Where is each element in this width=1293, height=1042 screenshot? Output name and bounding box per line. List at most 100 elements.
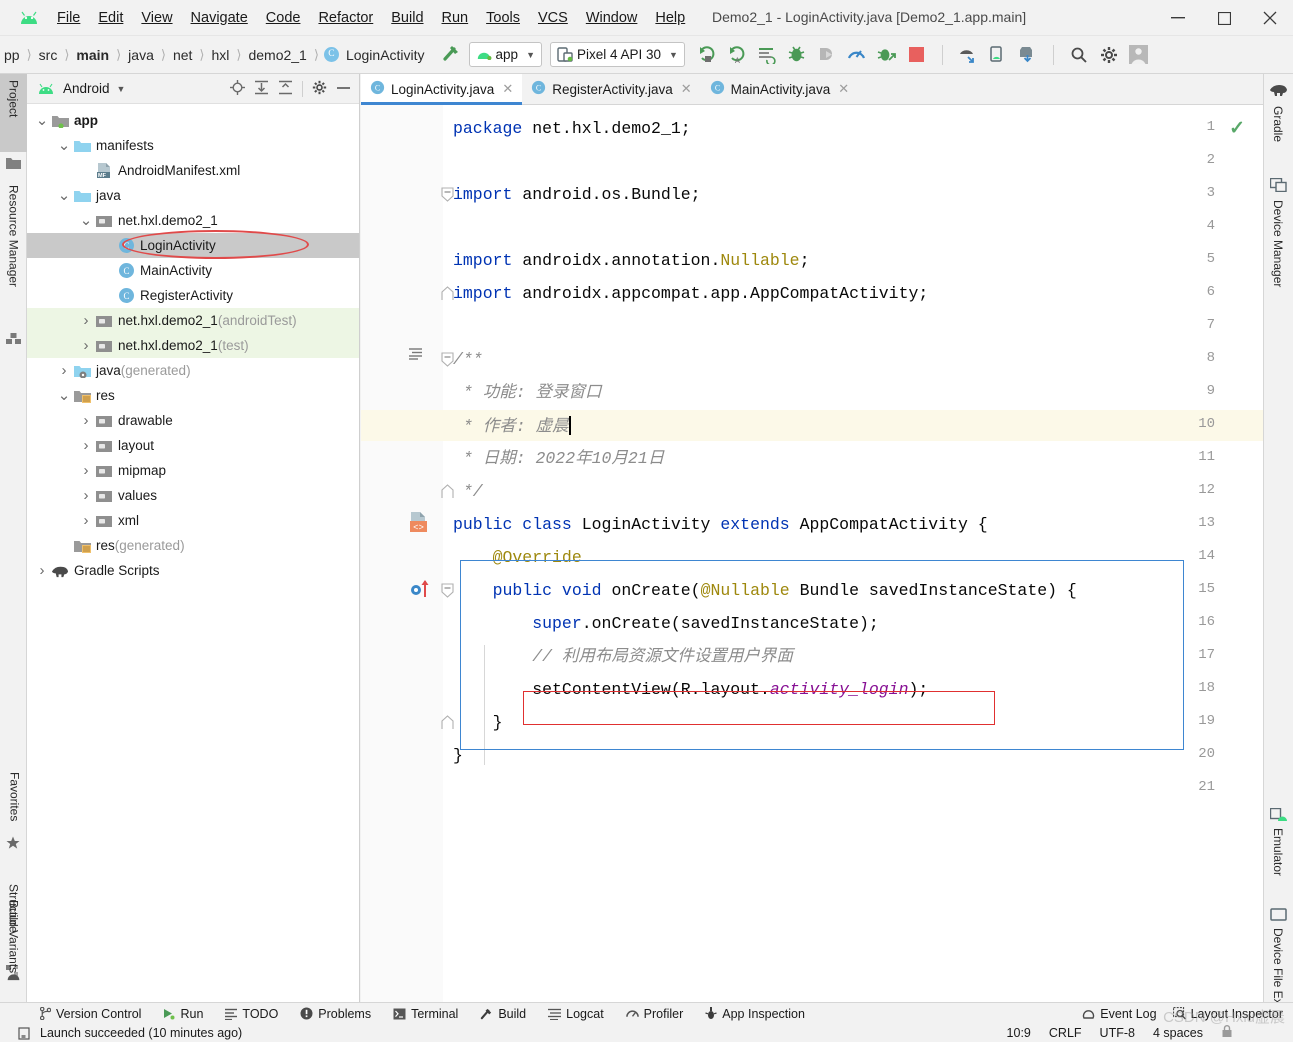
line-separator[interactable]: CRLF bbox=[1049, 1026, 1082, 1040]
chevron-down-icon[interactable]: ⌄ bbox=[77, 213, 95, 228]
status-item-logcat[interactable]: Logcat bbox=[548, 1007, 604, 1021]
stop-icon[interactable] bbox=[907, 45, 927, 65]
editor-gutter[interactable] bbox=[361, 105, 443, 1002]
tab-mainactivity-java[interactable]: C MainActivity.java ✕ bbox=[701, 74, 858, 104]
device-selector[interactable]: Pixel 4 API 30 ▼ bbox=[549, 42, 685, 67]
chevron-down-icon[interactable]: ⌄ bbox=[55, 138, 73, 153]
status-item-todo[interactable]: TODO bbox=[225, 1007, 278, 1021]
chevron-right-icon[interactable]: › bbox=[77, 512, 95, 529]
avatar-icon[interactable] bbox=[1129, 45, 1149, 65]
breadcrumb-app[interactable]: pp bbox=[2, 47, 22, 63]
breadcrumb-src[interactable]: src bbox=[37, 47, 60, 63]
lock-icon[interactable] bbox=[1221, 1025, 1233, 1041]
expand-all-icon[interactable] bbox=[254, 80, 269, 98]
chevron-right-icon[interactable]: › bbox=[77, 437, 95, 454]
tree-item-java[interactable]: › java (generated) bbox=[27, 358, 359, 383]
sdk-manager-icon[interactable] bbox=[958, 45, 978, 65]
gear-icon[interactable] bbox=[312, 80, 327, 98]
menu-view[interactable]: View bbox=[132, 6, 181, 30]
status-item-terminal[interactable]: Terminal bbox=[393, 1007, 458, 1021]
profiler-icon[interactable] bbox=[847, 45, 867, 65]
tab-loginactivity-java[interactable]: C LoginActivity.java ✕ bbox=[361, 74, 523, 105]
menu-edit[interactable]: Edit bbox=[89, 6, 132, 30]
avd-manager-icon[interactable] bbox=[988, 45, 1008, 65]
indent-setting[interactable]: 4 spaces bbox=[1153, 1026, 1203, 1040]
tree-item-java[interactable]: ⌄ java bbox=[27, 183, 359, 208]
menu-file[interactable]: File bbox=[48, 6, 89, 30]
chevron-right-icon[interactable]: › bbox=[77, 312, 95, 329]
build-hammer-icon[interactable] bbox=[441, 43, 461, 66]
status-item-version-control[interactable]: Version Control bbox=[40, 1007, 141, 1021]
status-item-profiler[interactable]: Profiler bbox=[625, 1007, 683, 1021]
menu-build[interactable]: Build bbox=[382, 6, 432, 30]
tree-item-drawable[interactable]: › drawable bbox=[27, 408, 359, 433]
menu-navigate[interactable]: Navigate bbox=[182, 6, 257, 30]
run-icon[interactable] bbox=[697, 45, 717, 65]
collapse-all-icon[interactable] bbox=[278, 80, 293, 98]
close-icon[interactable]: ✕ bbox=[681, 81, 692, 97]
tree-item-net-hxl-demo2_1[interactable]: › net.hxl.demo2_1 (test) bbox=[27, 333, 359, 358]
notification-icon[interactable] bbox=[18, 1026, 31, 1040]
close-icon[interactable]: ✕ bbox=[838, 81, 849, 97]
minimize-panel-icon[interactable] bbox=[336, 80, 351, 98]
status-item-build[interactable]: Build bbox=[480, 1007, 526, 1021]
tree-item-res[interactable]: res (generated) bbox=[27, 533, 359, 558]
chevron-down-icon[interactable]: ⌄ bbox=[55, 188, 73, 203]
chevron-right-icon[interactable]: › bbox=[77, 337, 95, 354]
tree-item-registeractivity[interactable]: C RegisterActivity bbox=[27, 283, 359, 308]
menu-code[interactable]: Code bbox=[257, 6, 310, 30]
breadcrumb-main[interactable]: main bbox=[74, 47, 111, 63]
menu-run[interactable]: Run bbox=[433, 6, 478, 30]
chevron-right-icon[interactable]: › bbox=[33, 562, 51, 579]
tree-item-gradle-scripts[interactable]: › Gradle Scripts bbox=[27, 558, 359, 583]
tree-item-res[interactable]: ⌄ res bbox=[27, 383, 359, 408]
menu-window[interactable]: Window bbox=[577, 6, 647, 30]
file-encoding[interactable]: UTF-8 bbox=[1100, 1026, 1135, 1040]
tree-item-mipmap[interactable]: › mipmap bbox=[27, 458, 359, 483]
debug-icon[interactable] bbox=[787, 45, 807, 65]
close-icon[interactable]: ✕ bbox=[502, 81, 513, 97]
chevron-right-icon[interactable]: › bbox=[77, 462, 95, 479]
status-item-event-log[interactable]: Event Log bbox=[1082, 1007, 1157, 1021]
chevron-down-icon[interactable]: ⌄ bbox=[33, 113, 51, 128]
tree-item-androidmanifest-xml[interactable]: MF AndroidManifest.xml bbox=[27, 158, 359, 183]
tree-item-mainactivity[interactable]: C MainActivity bbox=[27, 258, 359, 283]
overriding-method-icon[interactable] bbox=[409, 578, 431, 601]
minimize-button[interactable] bbox=[1155, 0, 1201, 36]
menu-tools[interactable]: Tools bbox=[477, 6, 529, 30]
status-item-app-inspection[interactable]: App Inspection bbox=[705, 1007, 805, 1021]
locate-icon[interactable] bbox=[230, 79, 245, 98]
breadcrumb-loginactivity[interactable]: LoginActivity bbox=[344, 47, 427, 63]
tree-item-net-hxl-demo2_1[interactable]: ⌄ net.hxl.demo2_1 bbox=[27, 208, 359, 233]
status-item-layout-inspector[interactable]: Layout Inspector bbox=[1172, 1007, 1283, 1021]
caret-position[interactable]: 10:9 bbox=[1007, 1026, 1031, 1040]
tree-item-values[interactable]: › values bbox=[27, 483, 359, 508]
chevron-down-icon[interactable]: ⌄ bbox=[55, 388, 73, 403]
chevron-right-icon[interactable]: › bbox=[55, 362, 73, 379]
tab-registeractivity-java[interactable]: C RegisterActivity.java ✕ bbox=[522, 74, 700, 104]
search-icon[interactable] bbox=[1069, 45, 1089, 65]
menu-refactor[interactable]: Refactor bbox=[309, 6, 382, 30]
chevron-right-icon[interactable]: › bbox=[77, 412, 95, 429]
javadoc-icon[interactable] bbox=[409, 347, 422, 363]
tree-item-loginactivity[interactable]: C LoginActivity bbox=[27, 233, 359, 258]
chevron-down-icon[interactable]: ▼ bbox=[117, 84, 126, 94]
tree-item-layout[interactable]: › layout bbox=[27, 433, 359, 458]
settings-icon[interactable] bbox=[1099, 45, 1119, 65]
status-item-problems[interactable]: Problems bbox=[300, 1007, 371, 1021]
sidebar-item-build-variants[interactable]: Build Variants bbox=[0, 894, 27, 990]
breadcrumb-demo2_1[interactable]: demo2_1 bbox=[246, 47, 308, 63]
breadcrumb-net[interactable]: net bbox=[171, 47, 194, 63]
breadcrumb-hxl[interactable]: hxl bbox=[209, 47, 231, 63]
layout-resource-icon[interactable]: <> bbox=[409, 512, 429, 537]
tree-item-xml[interactable]: › xml bbox=[27, 508, 359, 533]
code-area[interactable]: 1 package net.hxl.demo2_1; 2 3 import androi… bbox=[361, 105, 1263, 1002]
tree-item-net-hxl-demo2_1[interactable]: › net.hxl.demo2_1 (androidTest) bbox=[27, 308, 359, 333]
maximize-button[interactable] bbox=[1201, 0, 1247, 36]
close-button[interactable] bbox=[1247, 0, 1293, 36]
menu-vcs[interactable]: VCS bbox=[529, 6, 577, 30]
apply-changes-icon[interactable] bbox=[757, 45, 777, 65]
run-with-coverage-icon[interactable]: A bbox=[727, 45, 747, 65]
sidebar-item-resource-manager[interactable]: Resource Manager bbox=[0, 179, 27, 327]
menu-help[interactable]: Help bbox=[646, 6, 694, 30]
